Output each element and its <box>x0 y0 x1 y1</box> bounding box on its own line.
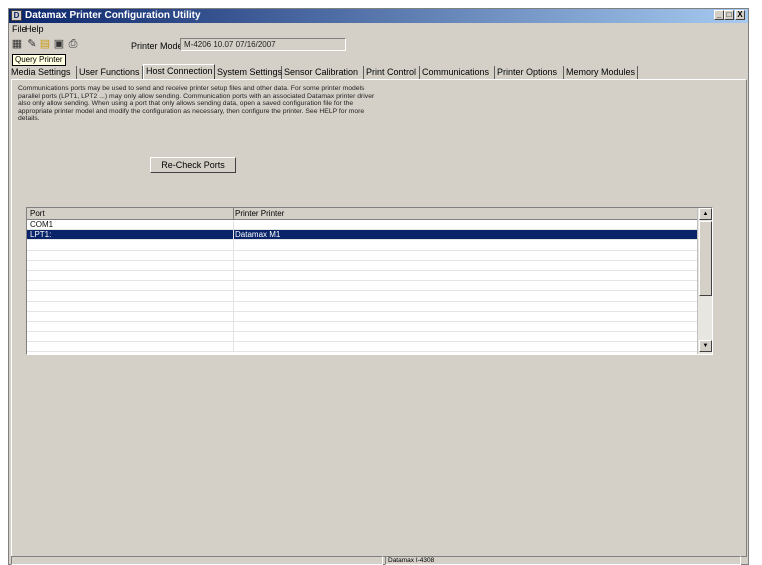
column-divider[interactable] <box>233 208 234 219</box>
app-icon[interactable]: D <box>11 10 22 21</box>
table-row[interactable] <box>27 301 697 312</box>
port-cell: LPT1: <box>30 230 52 240</box>
app-window: D Datamax Printer Configuration Utility … <box>8 8 749 565</box>
table-row-selected[interactable]: LPT1: Datamax M1 <box>27 230 697 241</box>
port-cell: COM1 <box>30 220 54 229</box>
tab-memory-modules[interactable]: Memory Modules <box>564 66 638 79</box>
tab-media-settings[interactable]: Media Settings <box>9 66 77 79</box>
open-folder-icon[interactable]: ▤ <box>39 38 51 50</box>
tab-system-settings[interactable]: System Settings <box>215 66 282 79</box>
ports-grid: Port Printer Printer COM1 LPT1: Datamax M… <box>26 207 713 355</box>
menu-help[interactable]: Help <box>25 24 44 34</box>
status-printer: Datamax I-4308 <box>385 556 741 565</box>
column-header-printer[interactable]: Printer Printer <box>235 208 284 219</box>
toolbar: ▦ ✎ ▤ ▣ ⎙ Printer Model: M-4206 10.07 07… <box>9 36 748 54</box>
grid-rows: COM1 LPT1: Datamax M1 <box>27 220 697 353</box>
host-connection-panel: Communications ports may be used to send… <box>11 79 747 557</box>
scroll-up-button[interactable]: ▲ <box>699 208 712 220</box>
printer-cell: Datamax M1 <box>235 230 281 240</box>
status-panel-left <box>11 556 383 565</box>
tab-bar: Media Settings User Functions Host Conne… <box>9 64 748 79</box>
tab-communications[interactable]: Communications <box>420 66 495 79</box>
tab-print-control[interactable]: Print Control <box>364 66 420 79</box>
wrench-icon[interactable]: ✎ <box>26 38 38 50</box>
scroll-down-button[interactable]: ▼ <box>699 340 712 352</box>
query-printer-icon[interactable]: ▦ <box>11 38 23 50</box>
table-row[interactable] <box>27 250 697 261</box>
tab-printer-options[interactable]: Printer Options <box>495 66 564 79</box>
status-bar: Datamax I-4308 <box>9 556 748 565</box>
table-row[interactable] <box>27 332 697 343</box>
maximize-button[interactable]: □ <box>724 10 734 20</box>
printer-model-field: M-4206 10.07 07/16/2007 <box>180 38 346 51</box>
table-row[interactable] <box>27 291 697 302</box>
menu-bar: File Help <box>9 23 748 35</box>
save-icon[interactable]: ▣ <box>53 38 65 50</box>
table-row[interactable] <box>27 260 697 271</box>
scroll-thumb[interactable] <box>699 221 712 296</box>
print-icon[interactable]: ⎙ <box>67 38 79 50</box>
table-row[interactable]: COM1 <box>27 220 697 231</box>
table-row[interactable] <box>27 321 697 333</box>
tab-user-functions[interactable]: User Functions <box>77 66 143 79</box>
printer-model-label: Printer Model: <box>131 41 188 51</box>
recheck-ports-button[interactable]: Re-Check Ports <box>150 157 236 173</box>
table-row[interactable] <box>27 311 697 322</box>
tab-host-connection[interactable]: Host Connection <box>143 64 215 79</box>
host-connection-description: Communications ports may be used to send… <box>18 85 375 123</box>
window-title: Datamax Printer Configuration Utility <box>25 10 201 21</box>
close-button[interactable]: X <box>735 10 745 20</box>
table-row[interactable] <box>27 342 697 353</box>
title-bar[interactable]: D Datamax Printer Configuration Utility … <box>9 9 748 23</box>
table-row[interactable] <box>27 270 697 282</box>
minimize-button[interactable]: _ <box>714 10 724 20</box>
table-row[interactable] <box>27 281 697 292</box>
column-header-port[interactable]: Port <box>30 208 45 219</box>
grid-header: Port Printer Printer <box>27 208 697 220</box>
tab-sensor-calibration[interactable]: Sensor Calibration <box>282 66 364 79</box>
query-printer-tooltip: Query Printer <box>12 54 66 66</box>
grid-vertical-scrollbar[interactable]: ▲ ▼ <box>697 208 712 354</box>
table-row[interactable] <box>27 240 697 251</box>
